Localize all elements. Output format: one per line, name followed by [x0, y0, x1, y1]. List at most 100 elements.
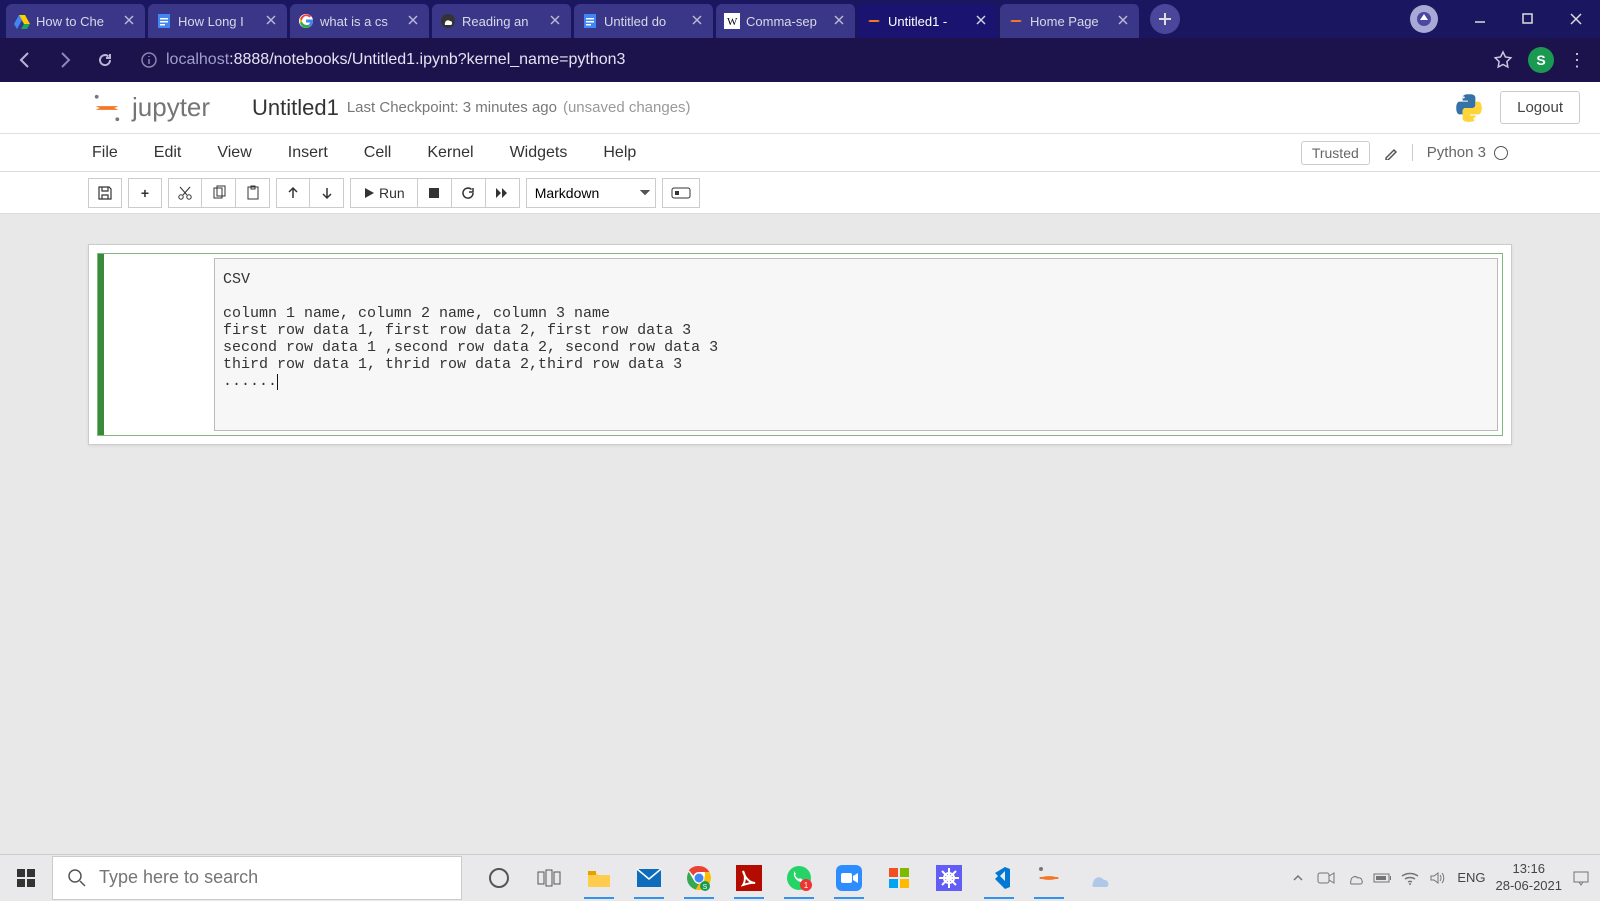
taskbar-search[interactable]	[52, 856, 462, 900]
tab-close-icon[interactable]	[833, 14, 847, 28]
bookmark-star-icon[interactable]	[1488, 45, 1518, 75]
cell-prompt-area	[104, 254, 214, 435]
menu-widgets[interactable]: Widgets	[510, 144, 568, 162]
wifi-icon[interactable]	[1401, 869, 1419, 887]
minimize-button[interactable]	[1456, 0, 1504, 38]
reload-button[interactable]	[90, 45, 120, 75]
cell-editor[interactable]: CSV column 1 name, column 2 name, column…	[214, 258, 1498, 431]
markdown-cell[interactable]: CSV column 1 name, column 2 name, column…	[97, 253, 1503, 436]
tab-favicon: W	[724, 13, 740, 29]
browser-tab[interactable]: what is a cs	[290, 4, 430, 38]
maximize-button[interactable]	[1504, 0, 1552, 38]
command-palette-button[interactable]	[662, 178, 700, 208]
jupyter-brand: jupyter	[132, 92, 210, 123]
menu-view[interactable]: View	[217, 144, 251, 162]
start-button[interactable]	[0, 855, 52, 901]
weather-icon[interactable]	[1078, 857, 1120, 899]
cortana-icon[interactable]	[478, 857, 520, 899]
unsaved-text: (unsaved changes)	[563, 99, 691, 116]
mail-icon[interactable]	[628, 857, 670, 899]
browser-tab[interactable]: Home Page	[1000, 4, 1140, 38]
url-host: localhost	[166, 51, 229, 69]
back-button[interactable]	[10, 45, 40, 75]
tab-title: Comma-sep	[746, 14, 827, 29]
site-info-icon[interactable]	[140, 51, 158, 69]
tab-close-icon[interactable]	[549, 14, 563, 28]
tab-favicon	[582, 13, 598, 29]
browser-tab[interactable]: Untitled do	[574, 4, 714, 38]
store-icon[interactable]	[878, 857, 920, 899]
menu-edit[interactable]: Edit	[154, 144, 182, 162]
browser-tab[interactable]: How to Che	[6, 4, 146, 38]
checkpoint-text: Last Checkpoint: 3 minutes ago	[347, 99, 557, 116]
cut-button[interactable]	[168, 178, 202, 208]
menu-insert[interactable]: Insert	[288, 144, 328, 162]
add-cell-button[interactable]: +	[128, 178, 162, 208]
tab-favicon	[440, 13, 456, 29]
forward-button[interactable]	[50, 45, 80, 75]
interrupt-button[interactable]	[418, 178, 452, 208]
browser-tab[interactable]: Reading an	[432, 4, 572, 38]
browser-tab[interactable]: How Long I	[148, 4, 288, 38]
close-window-button[interactable]	[1552, 0, 1600, 38]
volume-icon[interactable]	[1429, 869, 1447, 887]
svg-text:S: S	[703, 884, 708, 891]
copy-button[interactable]	[202, 178, 236, 208]
profile-avatar[interactable]: S	[1528, 47, 1554, 73]
cell-type-select[interactable]: Markdown	[526, 178, 656, 208]
taskview-icon[interactable]	[528, 857, 570, 899]
browser-tab[interactable]: W Comma-sep	[716, 4, 856, 38]
trusted-indicator[interactable]: Trusted	[1301, 141, 1370, 165]
logout-button[interactable]: Logout	[1500, 91, 1580, 124]
tab-close-icon[interactable]	[975, 14, 989, 28]
tab-close-icon[interactable]	[691, 14, 705, 28]
move-down-button[interactable]	[310, 178, 344, 208]
move-up-button[interactable]	[276, 178, 310, 208]
zoom-icon[interactable]	[828, 857, 870, 899]
search-icon	[67, 868, 87, 888]
loom-icon[interactable]	[928, 857, 970, 899]
menu-kernel[interactable]: Kernel	[427, 144, 473, 162]
browser-profile-icon[interactable]	[1410, 5, 1438, 33]
browser-menu-button[interactable]: ⋮	[1564, 50, 1590, 71]
jupyter-toolbar: + Run	[0, 172, 1600, 214]
browser-tab[interactable]: Untitled1 -	[858, 4, 998, 38]
meet-now-icon[interactable]	[1317, 869, 1335, 887]
url-port: :8888	[229, 51, 269, 69]
windows-taskbar: S 1 ENG 13:16 28-06-2021	[0, 854, 1600, 900]
cell-content[interactable]: CSV column 1 name, column 2 name, column…	[223, 271, 1483, 390]
kernel-name[interactable]: Python 3	[1427, 144, 1486, 161]
paste-button[interactable]	[236, 178, 270, 208]
date: 28-06-2021	[1496, 878, 1563, 895]
tab-close-icon[interactable]	[1117, 14, 1131, 28]
run-button[interactable]: Run	[350, 178, 418, 208]
jupyter-logo[interactable]: jupyter	[92, 92, 210, 123]
explorer-icon[interactable]	[578, 857, 620, 899]
vscode-icon[interactable]	[978, 857, 1020, 899]
tab-favicon	[14, 13, 30, 29]
battery-icon[interactable]	[1373, 869, 1391, 887]
menu-help[interactable]: Help	[603, 144, 636, 162]
menu-file[interactable]: File	[92, 144, 118, 162]
whatsapp-icon[interactable]: 1	[778, 857, 820, 899]
chrome-icon[interactable]: S	[678, 857, 720, 899]
notebook-title[interactable]: Untitled1	[252, 95, 339, 121]
tab-close-icon[interactable]	[407, 14, 421, 28]
tab-close-icon[interactable]	[123, 14, 137, 28]
save-button[interactable]	[88, 178, 122, 208]
taskbar-search-input[interactable]	[99, 867, 447, 888]
run-all-button[interactable]	[486, 178, 520, 208]
onedrive-icon[interactable]	[1345, 869, 1363, 887]
restart-button[interactable]	[452, 178, 486, 208]
tray-chevron-icon[interactable]	[1289, 869, 1307, 887]
menu-cell[interactable]: Cell	[364, 144, 392, 162]
clock[interactable]: 13:16 28-06-2021	[1496, 861, 1563, 895]
jupyter-taskbar-icon[interactable]	[1028, 857, 1070, 899]
tab-close-icon[interactable]	[265, 14, 279, 28]
notifications-icon[interactable]	[1572, 869, 1590, 887]
language-indicator[interactable]: ENG	[1457, 870, 1485, 885]
edit-icon[interactable]	[1384, 146, 1398, 160]
acrobat-icon[interactable]	[728, 857, 770, 899]
address-bar[interactable]: localhost :8888 /notebooks/Untitled1.ipy…	[130, 46, 1478, 74]
new-tab-button[interactable]	[1150, 4, 1180, 34]
